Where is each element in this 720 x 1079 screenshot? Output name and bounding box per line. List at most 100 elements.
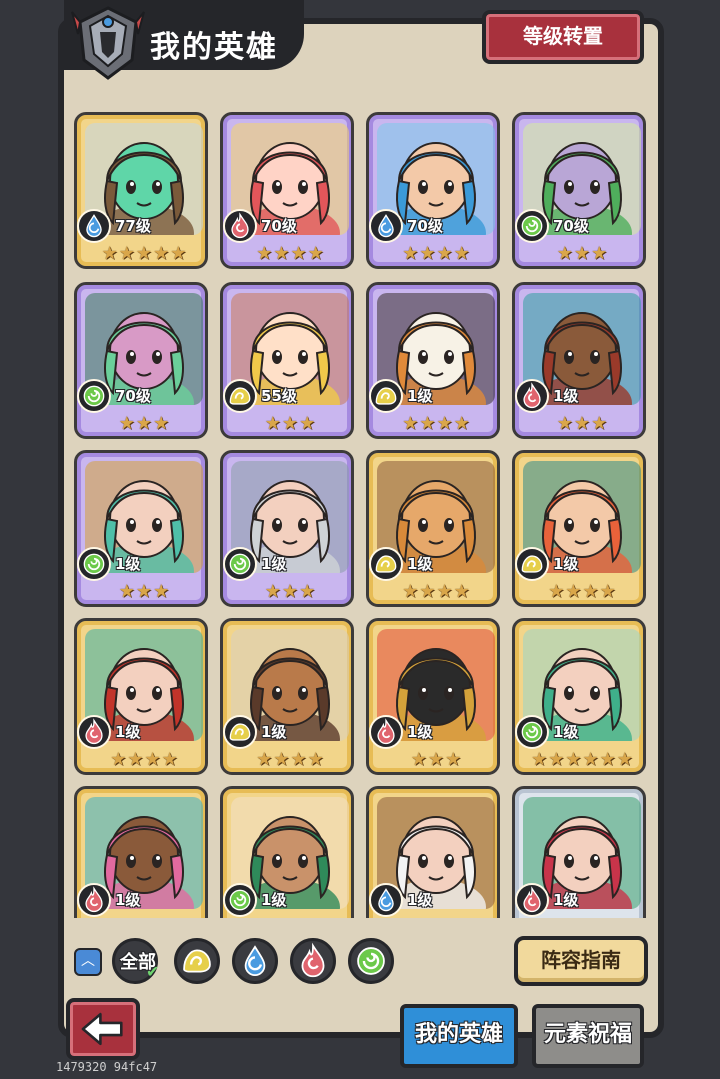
star-rating: ★ ★ ★ bbox=[229, 581, 351, 603]
fire-element-icon bbox=[369, 715, 403, 749]
star-icon: ★ bbox=[419, 581, 436, 602]
star-icon: ★ bbox=[110, 749, 127, 770]
collapse-filter-button[interactable]: ︿ bbox=[74, 948, 102, 976]
star-icon: ★ bbox=[531, 749, 548, 770]
star-icon: ★ bbox=[591, 413, 608, 434]
hero-card[interactable]: 77级 ★ ★ ★ ★ ★ bbox=[74, 112, 208, 269]
star-icon: ★ bbox=[299, 581, 316, 602]
star-rating: ★ ★ ★ ★ bbox=[229, 243, 351, 265]
star-icon: ★ bbox=[410, 749, 427, 770]
hero-level: 1级 bbox=[115, 723, 141, 741]
star-icon: ★ bbox=[573, 243, 591, 264]
team-guide-button[interactable]: 阵容指南 bbox=[514, 936, 648, 986]
star-icon: ★ bbox=[256, 243, 273, 264]
hero-card[interactable]: 1级 bbox=[512, 786, 646, 918]
star-rating: ★ ★ ★ ★ bbox=[375, 413, 497, 435]
water-element-icon bbox=[369, 209, 403, 243]
hero-card[interactable]: 1级 ★ ★ ★ ★ bbox=[220, 618, 354, 775]
star-icon: ★ bbox=[599, 749, 616, 770]
star-rating: ★ ★ ★ bbox=[83, 413, 205, 435]
wind-element-icon bbox=[357, 947, 385, 975]
earth-element-icon bbox=[183, 949, 211, 973]
star-icon: ★ bbox=[582, 749, 599, 770]
hero-level: 70级 bbox=[115, 387, 151, 405]
star-icon: ★ bbox=[548, 581, 565, 602]
chevron-up-icon: ︿ bbox=[81, 953, 95, 969]
hero-level: 1级 bbox=[115, 555, 141, 573]
star-icon: ★ bbox=[144, 749, 161, 770]
hero-card[interactable]: 1级 ★ ★ ★ ★ bbox=[366, 282, 500, 439]
star-rating: ★ ★ ★ ★ bbox=[83, 749, 205, 771]
star-rating: ★ ★ ★ ★ bbox=[375, 581, 497, 603]
filter-fire-chip[interactable] bbox=[290, 938, 336, 984]
hero-card[interactable]: 1级 bbox=[220, 786, 354, 918]
filter-earth-chip[interactable] bbox=[174, 938, 220, 984]
tab-element-blessing[interactable]: 元素祝福 bbox=[532, 1004, 644, 1068]
star-icon: ★ bbox=[591, 243, 608, 264]
star-icon: ★ bbox=[599, 581, 616, 602]
hero-level: 1级 bbox=[261, 723, 287, 741]
star-rating: ★ ★ ★ ★ ★ bbox=[83, 243, 205, 265]
hero-card[interactable]: 1级 ★ ★ ★ bbox=[74, 450, 208, 607]
fire-element-icon bbox=[515, 379, 549, 413]
wind-element-icon bbox=[77, 379, 111, 413]
water-element-icon bbox=[77, 209, 111, 243]
check-icon: ✔ bbox=[146, 962, 160, 981]
filter-wind-chip[interactable] bbox=[348, 938, 394, 984]
hero-card[interactable]: 1级 ★ ★ ★ bbox=[512, 282, 646, 439]
star-icon: ★ bbox=[264, 581, 281, 602]
hero-card[interactable]: 1级 ★ ★ ★ bbox=[366, 618, 500, 775]
back-button[interactable] bbox=[66, 998, 140, 1060]
back-arrow-icon bbox=[81, 1012, 123, 1046]
star-icon: ★ bbox=[135, 413, 153, 434]
hero-level: 1级 bbox=[553, 555, 579, 573]
star-icon: ★ bbox=[402, 581, 419, 602]
hero-level: 70级 bbox=[407, 217, 443, 235]
earth-element-icon bbox=[223, 715, 257, 749]
star-icon: ★ bbox=[453, 243, 470, 264]
star-icon: ★ bbox=[256, 749, 273, 770]
star-icon: ★ bbox=[307, 243, 324, 264]
star-icon: ★ bbox=[548, 749, 565, 770]
star-icon: ★ bbox=[419, 413, 436, 434]
star-icon: ★ bbox=[101, 243, 118, 264]
hero-card[interactable]: 1级 ★ ★ ★ ★ ★ ★ bbox=[512, 618, 646, 775]
hero-card[interactable]: 70级 ★ ★ ★ ★ bbox=[366, 112, 500, 269]
hero-level: 1级 bbox=[261, 555, 287, 573]
hero-card[interactable]: 70级 ★ ★ ★ bbox=[512, 112, 646, 269]
earth-element-icon bbox=[369, 379, 403, 413]
level-reset-button[interactable]: 等级转置 bbox=[482, 10, 644, 64]
hero-card[interactable]: 55级 ★ ★ ★ bbox=[220, 282, 354, 439]
hero-card[interactable]: 1级 bbox=[74, 786, 208, 918]
star-icon: ★ bbox=[118, 581, 135, 602]
star-icon: ★ bbox=[299, 413, 316, 434]
star-icon: ★ bbox=[264, 413, 281, 434]
hero-card[interactable]: 70级 ★ ★ ★ ★ bbox=[220, 112, 354, 269]
filter-water-chip[interactable] bbox=[232, 938, 278, 984]
star-icon: ★ bbox=[161, 749, 178, 770]
hero-card[interactable]: 1级 ★ ★ ★ ★ bbox=[512, 450, 646, 607]
star-icon: ★ bbox=[445, 749, 462, 770]
tab-my-heroes[interactable]: 我的英雄 bbox=[400, 1004, 518, 1068]
star-icon: ★ bbox=[556, 413, 573, 434]
hero-card[interactable]: 1级 ★ ★ ★ bbox=[220, 450, 354, 607]
earth-element-icon bbox=[369, 547, 403, 581]
star-icon: ★ bbox=[573, 413, 591, 434]
wind-element-icon bbox=[515, 209, 549, 243]
hero-level: 77级 bbox=[115, 217, 151, 235]
star-icon: ★ bbox=[436, 581, 453, 602]
fire-element-icon bbox=[223, 209, 257, 243]
star-icon: ★ bbox=[281, 581, 299, 602]
hero-card[interactable]: 1级 ★ ★ ★ ★ bbox=[74, 618, 208, 775]
star-icon: ★ bbox=[118, 413, 135, 434]
hero-card[interactable]: 1级 bbox=[366, 786, 500, 918]
hero-grid: 77级 ★ ★ ★ ★ ★ 70级 ★ ★ ★ ★ 70级 ★ ★ ★ ★ 70级 ★ ★ ★ bbox=[64, 96, 656, 918]
hero-card[interactable]: 70级 ★ ★ ★ bbox=[74, 282, 208, 439]
earth-element-icon bbox=[515, 547, 549, 581]
hero-card[interactable]: 1级 ★ ★ ★ ★ bbox=[366, 450, 500, 607]
star-icon: ★ bbox=[402, 243, 419, 264]
star-icon: ★ bbox=[153, 581, 170, 602]
build-id: 1479320 94fc47 bbox=[56, 1060, 158, 1074]
star-icon: ★ bbox=[402, 413, 419, 434]
hero-level: 70级 bbox=[261, 217, 297, 235]
